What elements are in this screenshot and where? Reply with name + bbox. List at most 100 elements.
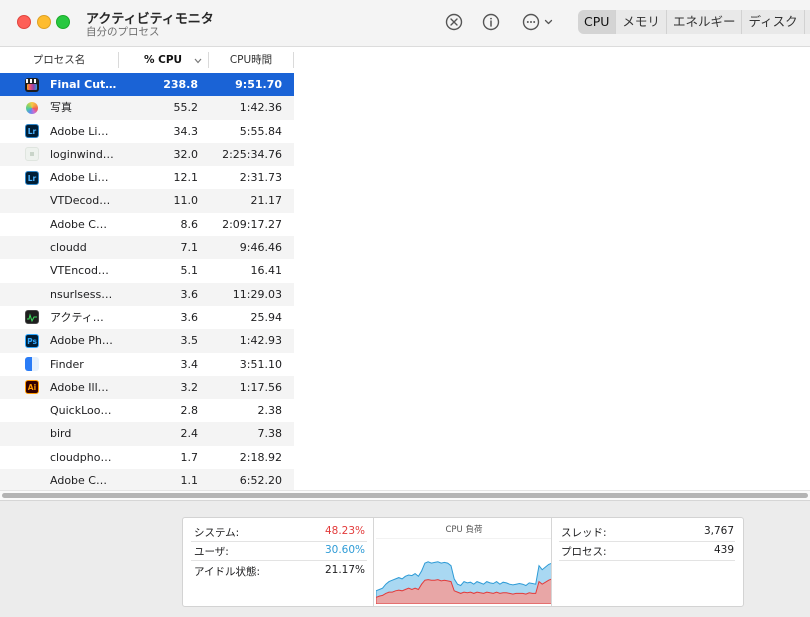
table-row[interactable]: Adobe C… 8.6 2:09:17.27 <box>0 213 294 236</box>
processes-label: プロセス: <box>561 546 607 558</box>
table-row[interactable]: Ai Adobe Ill… 3.2 1:17.56 <box>0 375 294 400</box>
cpu-time: 1:42.93 <box>239 334 282 348</box>
table-row[interactable]: bird 2.4 7.38 <box>0 422 294 446</box>
process-name: Adobe C… <box>50 474 107 488</box>
cpu-time: 5:55.84 <box>239 124 282 138</box>
cpu-time: 2:25:34.76 <box>222 147 282 161</box>
table-row[interactable]: VTDecod… 11.0 21.17 <box>0 189 294 213</box>
cpu-time: 1:17.56 <box>239 380 282 394</box>
table-row[interactable]: nsurlsess… 3.6 11:29.03 <box>0 282 294 306</box>
process-name: cloudpho… <box>50 450 112 464</box>
close-window-button[interactable] <box>17 15 31 29</box>
tab-cpu[interactable]: CPU <box>578 10 616 34</box>
process-name: nsurlsess… <box>50 287 113 301</box>
cpu-time: 7.38 <box>257 427 283 441</box>
zoom-window-button[interactable] <box>56 15 70 29</box>
cpu-percent: 34.3 <box>173 124 199 138</box>
processes-value: 439 <box>713 544 734 556</box>
process-name: Adobe Li… <box>50 124 109 138</box>
cpu-percent: 1.7 <box>180 450 199 464</box>
photos-icon <box>26 101 38 114</box>
cpu-load-graph <box>376 538 552 604</box>
table-body: Final Cut… 238.8 9:51.70 写真 55.2 1:42.36 Lr Ado… <box>0 73 294 493</box>
cpu-percent: 3.5 <box>180 334 199 348</box>
tab-disk[interactable]: ディスク <box>741 10 803 34</box>
cpu-percent: 12.1 <box>173 171 199 185</box>
activity-monitor-icon <box>25 310 39 325</box>
sort-descending-icon <box>194 58 202 64</box>
cpu-time: 25.94 <box>250 310 283 324</box>
cpu-percent: 8.6 <box>180 217 199 231</box>
toolbar: アクティビティモニタ 自分のプロセス CPU メモリ エネルギー ディスク ネ <box>0 0 810 47</box>
process-name: Adobe Ph… <box>50 334 113 348</box>
cpu-percent: 7.1 <box>180 241 199 255</box>
summary-box: システム: 48.23% ユーザ: 30.60% アイドル状態: 21.17% … <box>182 517 744 607</box>
user-value: 30.60% <box>324 544 365 556</box>
column-divider[interactable] <box>293 52 294 68</box>
stop-process-icon[interactable] <box>443 11 465 33</box>
cpu-time: 21.17 <box>250 194 283 208</box>
process-name: アクティ… <box>50 310 104 324</box>
table-row[interactable]: Lr Adobe Li… 34.3 5:55.84 <box>0 120 294 143</box>
cpu-time: 6:52.20 <box>239 474 282 488</box>
cpu-time: 9:51.70 <box>235 78 282 91</box>
process-name: 写真 <box>50 101 72 115</box>
lightroom-icon: Lr <box>25 170 39 185</box>
column-header-cpu-time[interactable]: CPU時間 <box>208 47 294 73</box>
process-name: cloudd <box>50 241 87 255</box>
divider <box>559 541 735 542</box>
system-label: システム: <box>194 527 240 539</box>
process-name: Adobe C… <box>50 217 107 231</box>
loginwindow-icon <box>25 147 39 162</box>
table-row[interactable]: QuickLoo… 2.8 2.38 <box>0 399 294 422</box>
table-header: プロセス名 % CPU CPU時間 <box>0 47 294 73</box>
threads-value: 3,767 <box>703 525 734 537</box>
process-name: Adobe Li… <box>50 171 109 185</box>
table-row[interactable]: VTEncod… 5.1 16.41 <box>0 259 294 282</box>
cpu-time: 11:29.03 <box>232 287 282 301</box>
divider <box>559 560 735 561</box>
table-row[interactable]: Final Cut… 238.8 9:51.70 <box>0 73 294 97</box>
cpu-time: 1:42.36 <box>239 101 282 115</box>
table-row[interactable]: Lr Adobe Li… 12.1 2:31.73 <box>0 166 294 189</box>
tab-energy[interactable]: エネルギー <box>665 10 742 34</box>
lightroom-icon: Lr <box>25 124 39 139</box>
divider <box>191 560 367 561</box>
user-label: ユーザ: <box>194 546 229 558</box>
finder-icon <box>25 357 39 372</box>
cpu-time: 2:31.73 <box>239 171 282 185</box>
cpu-percent: 1.1 <box>180 474 199 488</box>
table-row[interactable]: 写真 55.2 1:42.36 <box>0 96 294 120</box>
table-row[interactable]: cloudd 7.1 9:46.46 <box>0 236 294 260</box>
illustrator-icon: Ai <box>25 380 39 395</box>
table-row[interactable]: loginwind… 32.0 2:25:34.76 <box>0 142 294 167</box>
table-row[interactable]: Ps Adobe Ph… 3.5 1:42.93 <box>0 329 294 353</box>
cpu-load-graph-title: CPU 負荷 <box>445 525 483 535</box>
threads-label: スレッド: <box>561 527 607 539</box>
process-table: プロセス名 % CPU CPU時間 Final Cut… 238.8 9:51.70… <box>0 47 294 493</box>
info-icon[interactable] <box>480 11 502 33</box>
table-row[interactable]: Finder 3.4 3:51.10 <box>0 353 294 376</box>
scrollbar-thumb[interactable] <box>2 493 808 498</box>
cpu-percent: 3.6 <box>180 310 199 324</box>
view-tabs: CPU メモリ エネルギー ディスク ネ <box>578 10 810 34</box>
process-name: Adobe Ill… <box>50 380 109 394</box>
cpu-time: 2:09:17.27 <box>222 217 282 231</box>
tab-memory[interactable]: メモリ <box>615 10 666 34</box>
cpu-percent: 2.4 <box>180 427 199 441</box>
horizontal-scrollbar[interactable] <box>0 490 810 500</box>
column-header-process-name[interactable]: プロセス名 <box>0 47 118 73</box>
cpu-percent: 3.2 <box>180 380 199 394</box>
cpu-percent: 238.8 <box>163 78 198 91</box>
table-row[interactable]: Adobe C… 1.1 6:52.20 <box>0 469 294 493</box>
more-actions-icon[interactable] <box>520 11 556 33</box>
cpu-percent: 3.4 <box>180 357 199 371</box>
tab-network[interactable]: ネ <box>803 10 810 34</box>
process-name: VTEncod… <box>50 264 109 278</box>
table-row[interactable]: アクティ… 3.6 25.94 <box>0 306 294 329</box>
window-subtitle[interactable]: 自分のプロセス <box>86 24 160 39</box>
minimize-window-button[interactable] <box>37 15 51 29</box>
cpu-time: 16.41 <box>250 264 283 278</box>
process-name: VTDecod… <box>50 194 111 208</box>
table-row[interactable]: cloudpho… 1.7 2:18.92 <box>0 446 294 469</box>
